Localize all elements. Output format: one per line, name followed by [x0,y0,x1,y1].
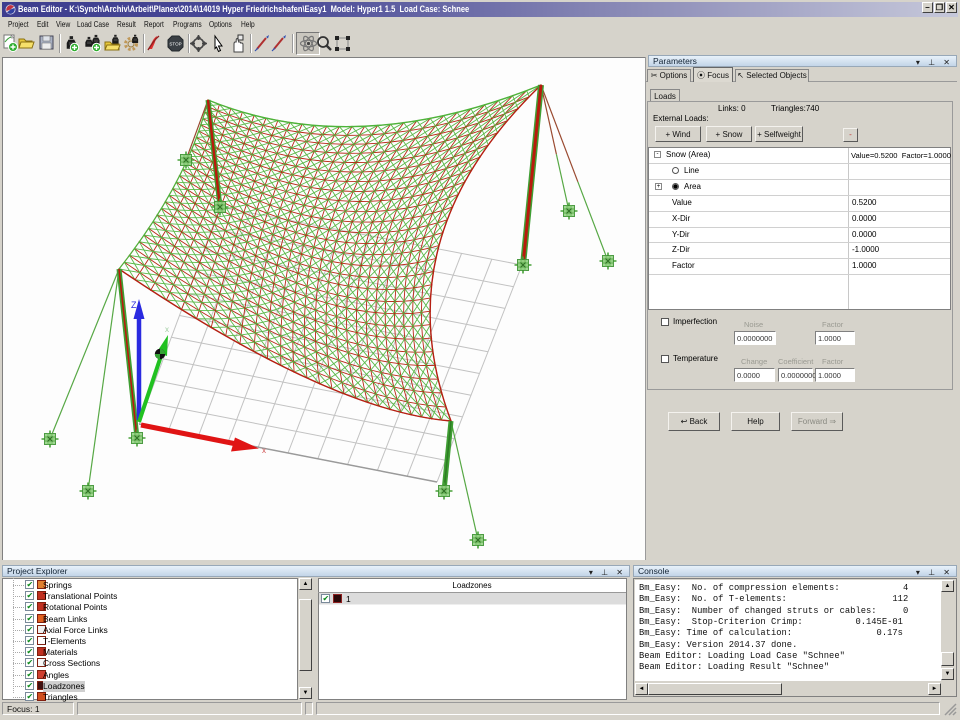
svg-text:STOP: STOP [169,42,181,47]
svg-text:Z: Z [131,300,137,310]
svg-text:x: x [262,446,266,455]
svg-text:x: x [165,325,169,334]
